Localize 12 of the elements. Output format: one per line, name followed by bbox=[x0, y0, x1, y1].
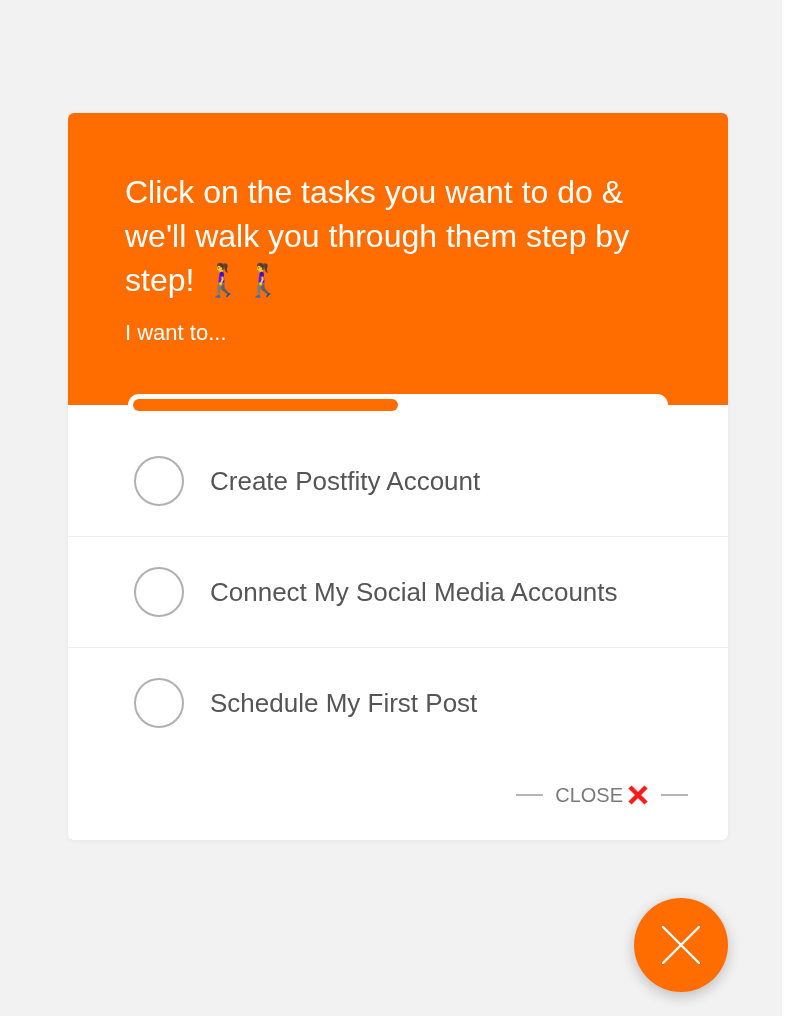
checkbox[interactable] bbox=[134, 456, 184, 506]
checkbox[interactable] bbox=[134, 567, 184, 617]
close-icon bbox=[627, 784, 649, 806]
close-link[interactable]: CLOSE bbox=[555, 783, 649, 807]
checkbox[interactable] bbox=[134, 678, 184, 728]
task-item[interactable]: Schedule My First Post bbox=[68, 648, 728, 758]
heading-text: Click on the tasks you want to do & we'll walk you through them step by step! 🚶‍♀🚶‍♀ bbox=[125, 173, 631, 300]
close-icon bbox=[662, 926, 700, 964]
close-button[interactable] bbox=[634, 898, 728, 992]
subtitle-text: I want to... bbox=[125, 319, 227, 347]
task-item[interactable]: Connect My Social Media Accounts bbox=[68, 537, 728, 648]
task-item[interactable]: Create Postfity Account bbox=[68, 426, 728, 537]
